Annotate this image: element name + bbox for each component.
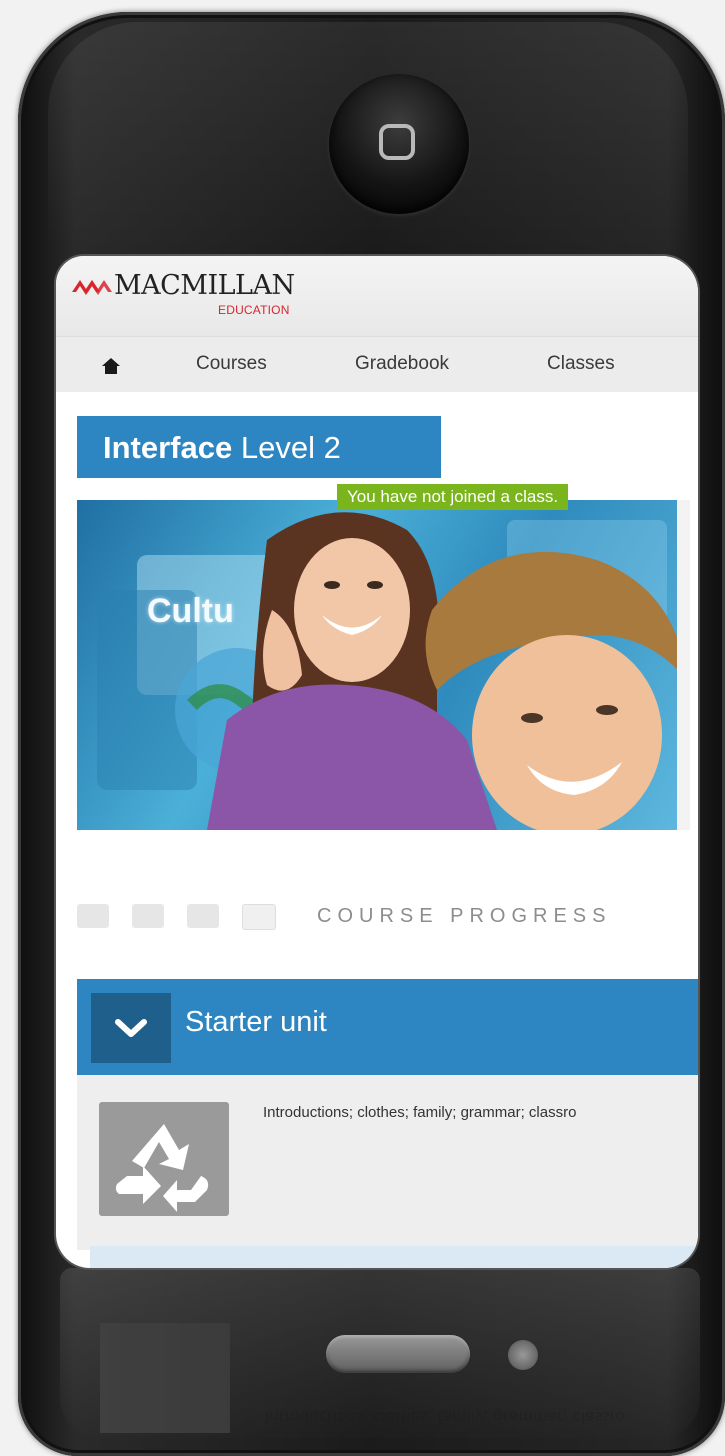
home-button[interactable] <box>329 74 469 214</box>
unit-header-starter[interactable]: Starter unit <box>77 979 698 1075</box>
hero-illustration <box>97 500 690 830</box>
course-hero-image: Cultu <box>77 500 690 830</box>
unit-body: Introductions; clothes; family; grammar;… <box>77 1075 698 1250</box>
progress-segment <box>77 904 109 928</box>
app-header: MACMILLAN EDUCATION <box>56 256 698 336</box>
progress-segment <box>242 904 276 930</box>
next-unit-strip[interactable] <box>90 1246 698 1268</box>
brand-subline: EDUCATION <box>218 303 290 317</box>
home-icon[interactable] <box>101 357 121 375</box>
unit-description: Introductions; clothes; family; grammar;… <box>263 1104 577 1121</box>
unit-title: Starter unit <box>185 1006 327 1038</box>
unit-toggle-button[interactable] <box>91 993 171 1063</box>
home-button-square-icon <box>379 124 415 160</box>
course-progress-label: COURSE PROGRESS <box>317 905 612 927</box>
course-title-bold: Interface <box>103 430 233 465</box>
brand-name: MACMILLAN <box>114 270 295 301</box>
progress-segment <box>187 904 219 928</box>
unit-item-tile[interactable] <box>99 1102 229 1216</box>
nav-gradebook[interactable]: Gradebook <box>355 353 449 375</box>
main-nav: Courses Gradebook Classes <box>56 336 698 392</box>
progress-segment <box>132 904 164 928</box>
phone-screen: MACMILLAN EDUCATION Courses Gradebook Cl… <box>56 256 698 1268</box>
course-title: Interface Level 2 <box>103 430 341 466</box>
course-title-rest: Level 2 <box>232 430 341 465</box>
reflection-tile <box>100 1323 230 1433</box>
reflection-text: Introductions; clothes; family; grammar;… <box>265 1408 625 1426</box>
hero-culture-text: Cultu <box>147 592 234 630</box>
nav-courses[interactable]: Courses <box>196 353 267 375</box>
course-progress: COURSE PROGRESS <box>77 904 677 930</box>
screen-reflection: Introductions; clothes; family; grammar;… <box>60 1268 700 1438</box>
course-title-box: Interface Level 2 <box>77 416 441 478</box>
recycle-icon <box>115 1124 209 1212</box>
class-notice-badge: You have not joined a class. <box>337 484 569 510</box>
nav-classes[interactable]: Classes <box>547 353 615 375</box>
chevron-down-icon <box>115 1019 147 1037</box>
macmillan-logo-mark-icon <box>72 280 112 295</box>
